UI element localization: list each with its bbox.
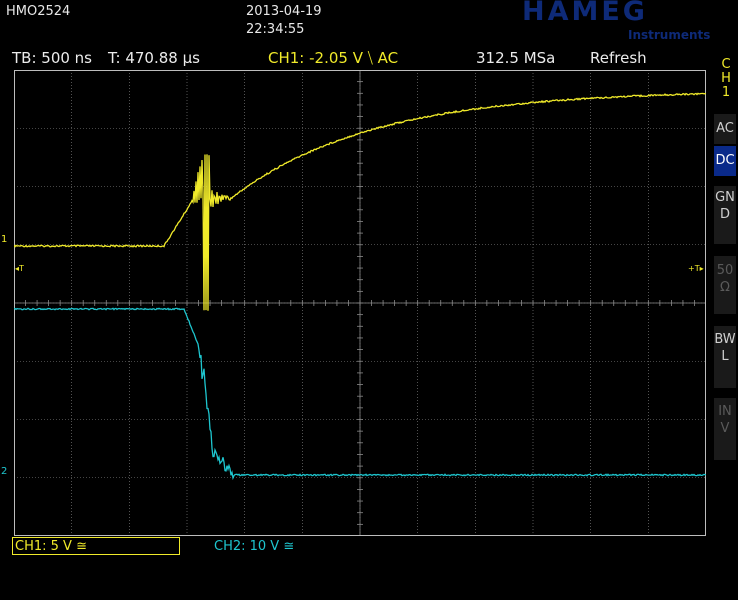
brand-subtitle: Instruments [628,28,711,42]
side-channel-char: H [721,71,731,86]
impedance-50ohm-button[interactable]: 50Ω [714,256,736,314]
timebase-readout: TB: 500 ns [12,49,92,67]
side-channel-char: C [721,57,731,72]
side-channel-label: C H 1 [718,58,734,100]
date-label: 2013-04-19 [246,4,322,19]
trigger-time-readout: T: 470.88 µs [108,49,200,67]
ch1-scale-readout[interactable]: CH1: 5 V ≅ [12,537,180,555]
graticule [14,70,706,536]
trigger-level-marker-left: ◂T [15,264,24,273]
time-label: 22:34:55 [246,22,305,37]
model-label: HMO2524 [6,4,71,19]
invert-button[interactable]: INV [714,398,736,460]
side-channel-char: 1 [721,85,731,100]
ch1-trigger-readout: CH1: -2.05 V ⧹ AC [268,49,399,67]
brand-logo: HAMEG [522,0,648,27]
ch2-ground-marker[interactable]: 2 [1,466,7,477]
coupling-dc-button[interactable]: DC [714,146,736,176]
coupling-ac-button[interactable]: AC [714,114,736,144]
trigger-level-marker-right: +T▸ [688,264,704,273]
ch1-ground-marker[interactable]: 1 [1,234,7,245]
sample-rate-readout: 312.5 MSa [476,49,556,67]
bandwidth-limit-button[interactable]: BWL [714,326,736,388]
ch2-scale-readout[interactable]: CH2: 10 V ≅ [214,539,294,554]
acquisition-mode: Refresh [590,49,647,67]
coupling-gnd-button[interactable]: GND [714,186,736,244]
scope-display [14,70,706,536]
